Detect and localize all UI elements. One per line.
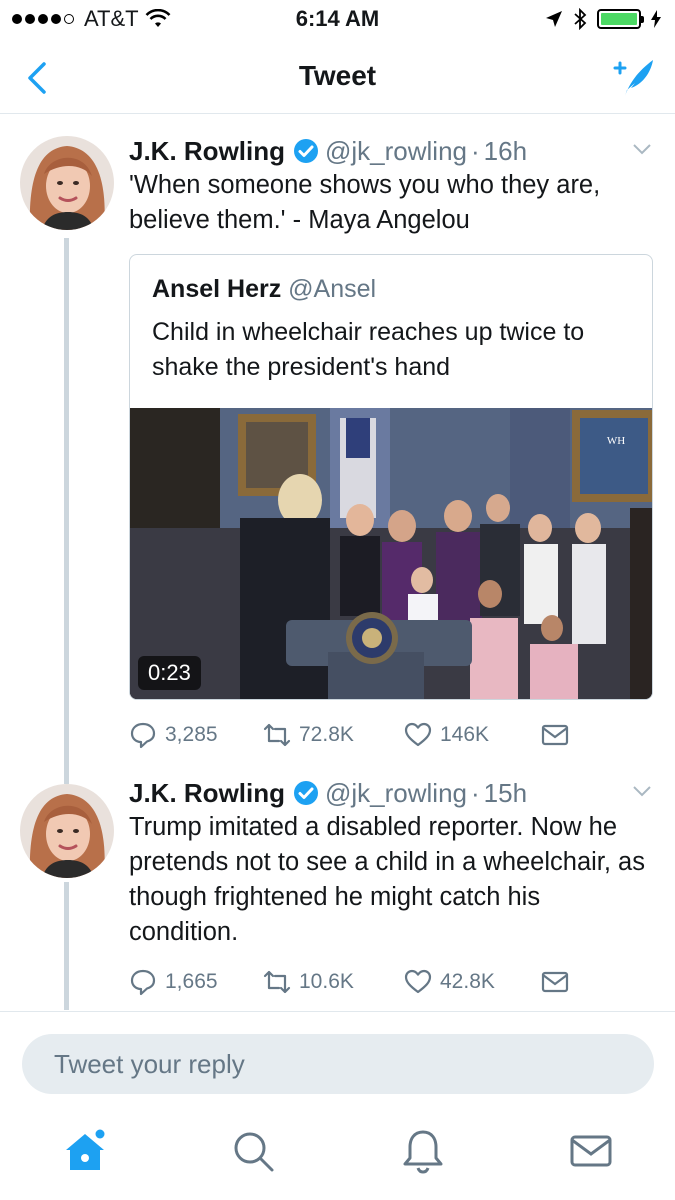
reply-composer xyxy=(0,1011,675,1106)
bluetooth-icon xyxy=(574,8,587,30)
direct-message-button[interactable] xyxy=(541,721,569,749)
reply-button[interactable]: 1,665 xyxy=(129,968,218,996)
quoted-tweet[interactable]: Ansel Herz @Ansel Child in wheelchair re… xyxy=(129,254,653,700)
charging-icon xyxy=(651,10,661,28)
search-icon xyxy=(234,1132,274,1172)
tab-search[interactable] xyxy=(228,1126,278,1176)
avatar[interactable] xyxy=(20,136,114,230)
status-right xyxy=(545,8,661,30)
home-icon xyxy=(66,1129,105,1170)
svg-text:WH: WH xyxy=(607,435,625,447)
quote-author-handle: @Ansel xyxy=(288,275,377,303)
verified-badge-icon xyxy=(294,139,318,163)
separator: · xyxy=(471,777,480,808)
tweet-content: J.K. Rowling @jk_rowling · 15h Trump imi… xyxy=(129,776,653,950)
retweet-icon xyxy=(263,970,291,994)
author-name[interactable]: J.K. Rowling xyxy=(129,136,285,167)
tweet-text: 'When someone shows you who they are, be… xyxy=(129,171,601,234)
separator: · xyxy=(471,135,480,166)
author-handle[interactable]: @jk_rowling xyxy=(325,778,467,809)
quote-text: Child in wheelchair reaches up twice to … xyxy=(152,318,585,381)
tweet-2[interactable]: J.K. Rowling @jk_rowling · 15h Trump imi… xyxy=(0,776,675,1010)
bell-icon xyxy=(403,1130,443,1174)
like-button[interactable]: 146K xyxy=(404,721,489,749)
retweet-count: 10.6K xyxy=(299,970,354,993)
avatar[interactable] xyxy=(20,784,114,878)
compose-tweet-icon[interactable] xyxy=(611,54,657,100)
chevron-down-icon[interactable] xyxy=(631,138,653,160)
chevron-down-icon[interactable] xyxy=(631,780,653,802)
tweet-1[interactable]: J.K. Rowling @jk_rowling · 16h 'When som… xyxy=(0,116,675,776)
tweet-text: Trump imitated a disabled reporter. Now … xyxy=(129,813,645,946)
tweet-actions: 3,285 72.8K 146K xyxy=(129,721,595,761)
reply-count: 3,285 xyxy=(165,723,218,746)
mail-icon xyxy=(541,724,569,746)
reply-count: 1,665 xyxy=(165,970,218,993)
timestamp: 15h xyxy=(483,777,528,808)
reply-icon xyxy=(130,969,156,996)
video-player[interactable]: WH 0:23 xyxy=(130,408,652,699)
verified-badge-icon xyxy=(294,781,318,805)
tab-bar xyxy=(0,1106,675,1200)
mail-icon xyxy=(570,1135,612,1167)
video-thumbnail: WH xyxy=(130,408,652,699)
mail-icon xyxy=(541,971,569,993)
location-arrow-icon xyxy=(546,11,562,27)
retweet-icon xyxy=(263,723,291,747)
reply-icon xyxy=(130,722,156,749)
nav-bar: Tweet xyxy=(0,40,675,114)
thread-line xyxy=(64,238,69,776)
status-bar: AT&T 6:14 AM xyxy=(0,0,675,40)
tab-notifications[interactable] xyxy=(398,1126,448,1176)
retweet-button[interactable]: 10.6K xyxy=(263,968,354,996)
battery-icon xyxy=(597,9,644,29)
like-button[interactable]: 42.8K xyxy=(404,968,495,996)
author-name[interactable]: J.K. Rowling xyxy=(129,778,285,809)
tweet-header: J.K. Rowling @jk_rowling · 15h xyxy=(129,776,653,810)
thread-line-bottom xyxy=(64,882,69,1010)
direct-message-button[interactable] xyxy=(541,968,569,996)
page-title: Tweet xyxy=(298,60,377,91)
heart-icon xyxy=(404,722,432,747)
heart-icon xyxy=(404,969,432,994)
reply-input[interactable] xyxy=(22,1034,654,1094)
tab-home[interactable] xyxy=(60,1126,110,1176)
tweet-header: J.K. Rowling @jk_rowling · 16h xyxy=(129,134,653,168)
reply-button[interactable]: 3,285 xyxy=(129,721,218,749)
like-count: 42.8K xyxy=(440,970,495,993)
timestamp: 16h xyxy=(483,135,528,166)
tweet-content: J.K. Rowling @jk_rowling · 16h 'When som… xyxy=(129,134,653,238)
like-count: 146K xyxy=(440,723,490,746)
quote-header: Ansel Herz @Ansel xyxy=(152,275,376,304)
tweet-actions: 1,665 10.6K 42.8K xyxy=(129,968,595,1008)
thread-line-top xyxy=(64,776,69,784)
tab-messages[interactable] xyxy=(566,1126,616,1176)
quote-author-name: Ansel Herz xyxy=(152,275,282,303)
author-handle[interactable]: @jk_rowling xyxy=(325,136,467,167)
video-duration: 0:23 xyxy=(138,656,201,690)
retweet-count: 72.8K xyxy=(299,723,354,746)
retweet-button[interactable]: 72.8K xyxy=(263,721,354,749)
